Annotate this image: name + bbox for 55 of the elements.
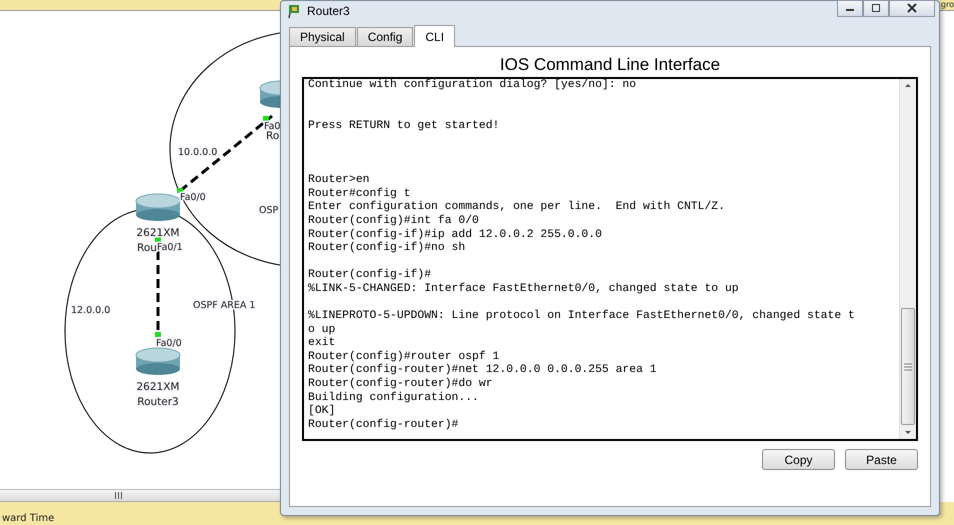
port-icon — [155, 332, 161, 337]
terminal-line: Building configuration... — [308, 392, 479, 404]
area-label: OSP — [259, 205, 278, 216]
terminal-line: [OK] — [308, 405, 336, 418]
port-icon — [177, 188, 183, 193]
close-button[interactable] — [889, 0, 935, 16]
terminal-line: %LINEPROTO-5-UPDOWN: Line protocol on Interface FastEthernet0/0, changed state t — [308, 310, 855, 324]
device-name: Rou — [137, 242, 157, 254]
interface-label: Fa0/1 — [157, 242, 183, 253]
router-icon[interactable] — [136, 348, 180, 375]
window-title: Router3 — [307, 4, 350, 18]
terminal-line: Continue with configuration dialog? [yes/no]: no — [308, 79, 636, 93]
action-button[interactable]: Paste — [845, 449, 918, 470]
device-model: 2621XM — [136, 227, 180, 239]
device-name: Ro — [266, 130, 280, 142]
terminal-line: Router(config-router)# — [308, 418, 458, 432]
device-name: Router3 — [137, 396, 179, 408]
status-text: ward Time — [1, 513, 54, 525]
panel-heading: IOS Command Line Interface — [498, 54, 722, 76]
terminal-line: Router(config)#router ospf 1 — [308, 350, 500, 364]
tab[interactable]: Config — [356, 27, 414, 46]
tab[interactable]: CLI — [414, 25, 456, 47]
device-model: 2621XM — [136, 381, 180, 393]
network-label: 12.0.0.0 — [71, 305, 110, 316]
port-icon — [155, 237, 161, 242]
terminal-line: Router(config-if)# — [308, 269, 432, 282]
scroll-grip-icon — [115, 492, 122, 499]
terminal-line: Router(config-router)#net 12.0.0.0 0.0.0.255 area 1 — [308, 364, 657, 378]
terminal-line: Router>en — [308, 174, 370, 188]
minimize-button[interactable] — [837, 0, 863, 16]
terminal-line: Router(config-if)#no sh — [308, 242, 466, 256]
network-label: 10.0.0.0 — [178, 147, 218, 158]
terminal-line: Router#config t — [308, 188, 411, 200]
terminal-line: Router(config-if)#ip add 12.0.0.2 255.0.0.0 — [308, 228, 602, 242]
terminal-line: Enter configuration commands, one per line. End with CNTL/Z. — [308, 201, 725, 214]
toolbar-text: gro — [940, 0, 954, 9]
interface-label: Fa0 — [264, 121, 280, 132]
tab[interactable]: Physical — [289, 27, 356, 46]
action-button[interactable]: Copy — [762, 449, 835, 470]
terminal-line: exit — [308, 337, 336, 350]
horizontal-scrollbar[interactable] — [0, 489, 280, 502]
terminal-line: Router(config-router)#do wr — [308, 378, 493, 392]
terminal-line: %LINK-5-CHANGED: Interface FastEthernet0/0, changed state to up — [308, 282, 739, 296]
terminal-line: Router(config)#int fa 0/0 — [308, 214, 479, 228]
close-icon — [905, 3, 919, 13]
vertical-scrollbar[interactable] — [899, 79, 916, 439]
terminal-line: o up — [308, 324, 336, 336]
terminal-line: Press RETURN to get started! — [308, 120, 500, 134]
router-icon[interactable] — [136, 194, 180, 221]
maximize-button[interactable] — [863, 0, 889, 16]
interface-label: Fa0/0 — [156, 338, 182, 349]
terminal[interactable] — [302, 77, 918, 441]
maximize-icon — [870, 3, 882, 13]
port-icon — [263, 116, 269, 121]
scroll-thumb[interactable] — [901, 308, 915, 425]
